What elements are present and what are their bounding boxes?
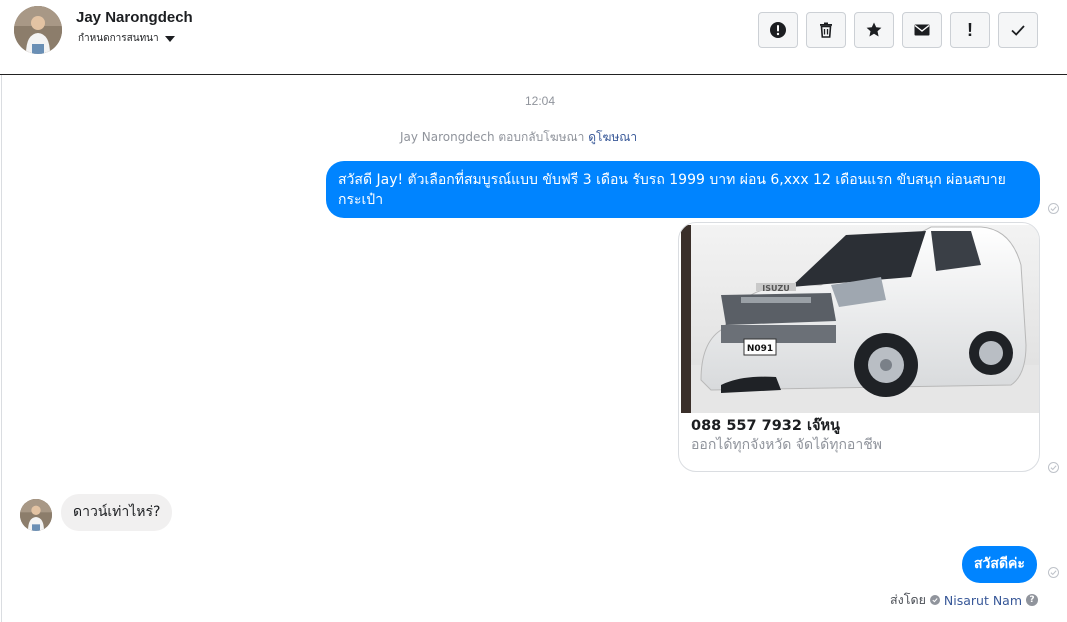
- check-icon: [1050, 206, 1057, 212]
- conversation-settings-dropdown[interactable]: กำหนดการสนทนา: [78, 31, 175, 46]
- check-icon: [1050, 570, 1057, 576]
- ad-reply-note: Jay Narongdech ตอบกลับโฆษณา ดูโฆษณา: [400, 128, 637, 147]
- delete-button[interactable]: [806, 12, 846, 48]
- brand-badge-text: ISUZU: [762, 284, 790, 293]
- view-ad-link[interactable]: ดูโฆษณา: [588, 130, 637, 144]
- person-photo-icon: [20, 499, 52, 531]
- license-plate-text: N091: [747, 344, 773, 354]
- contact-avatar[interactable]: [14, 6, 62, 54]
- ad-card[interactable]: N091 ISUZU 088 557 7932 เจ๊หนู ออกได้ทุก…: [678, 222, 1040, 472]
- ad-card-image: N091 ISUZU: [681, 225, 1039, 413]
- check-icon: [1050, 465, 1057, 471]
- sent-by-line: ส่งโดย Nisarut Nam ?: [890, 590, 1039, 610]
- follow-up-button[interactable]: !: [950, 12, 990, 48]
- mark-done-button[interactable]: [998, 12, 1038, 48]
- conversation-settings-label: กำหนดการสนทนา: [78, 33, 159, 44]
- sender-name-link[interactable]: Nisarut Nam: [944, 593, 1022, 608]
- envelope-icon: [914, 24, 930, 36]
- contact-name[interactable]: Jay Narongdech: [76, 9, 193, 26]
- check-icon: [1011, 25, 1025, 36]
- message-seen-status: [1048, 203, 1059, 214]
- outgoing-message-bubble: สวัสดี Jay! ตัวเลือกที่สมบูรณ์แบบ ขับฟรี…: [326, 161, 1040, 218]
- action-toolbar: !: [758, 12, 1038, 48]
- conversation-header: Jay Narongdech กำหนดการสนทนา !: [0, 0, 1067, 75]
- mark-unread-button[interactable]: [902, 12, 942, 48]
- person-photo-icon: [14, 6, 62, 54]
- outgoing-message-bubble: สวัสดีค่ะ: [962, 546, 1037, 583]
- star-icon: [866, 22, 882, 37]
- message-seen-status: [1048, 567, 1059, 578]
- trash-icon: [820, 22, 832, 38]
- exclamation-icon: !: [967, 19, 973, 40]
- alert-circle-icon: [770, 22, 786, 38]
- star-button[interactable]: [854, 12, 894, 48]
- mark-spam-button[interactable]: [758, 12, 798, 48]
- incoming-message-bubble: ดาวน์เท่าไหร่?: [61, 494, 173, 531]
- ad-card-subtitle: ออกได้ทุกจังหวัด จัดได้ทุกอาชีพ: [691, 437, 882, 453]
- customer-avatar[interactable]: [20, 499, 52, 531]
- ad-reply-text: Jay Narongdech ตอบกลับโฆษณา: [400, 130, 585, 144]
- message-seen-status: [1048, 462, 1059, 473]
- help-icon[interactable]: ?: [1026, 594, 1039, 606]
- caret-down-icon: [164, 35, 175, 42]
- sent-by-label: ส่งโดย: [890, 592, 926, 607]
- white-pickup-truck-photo: N091 ISUZU: [681, 225, 1039, 413]
- verified-check-icon: [929, 595, 940, 605]
- message-timestamp: 12:04: [524, 94, 556, 108]
